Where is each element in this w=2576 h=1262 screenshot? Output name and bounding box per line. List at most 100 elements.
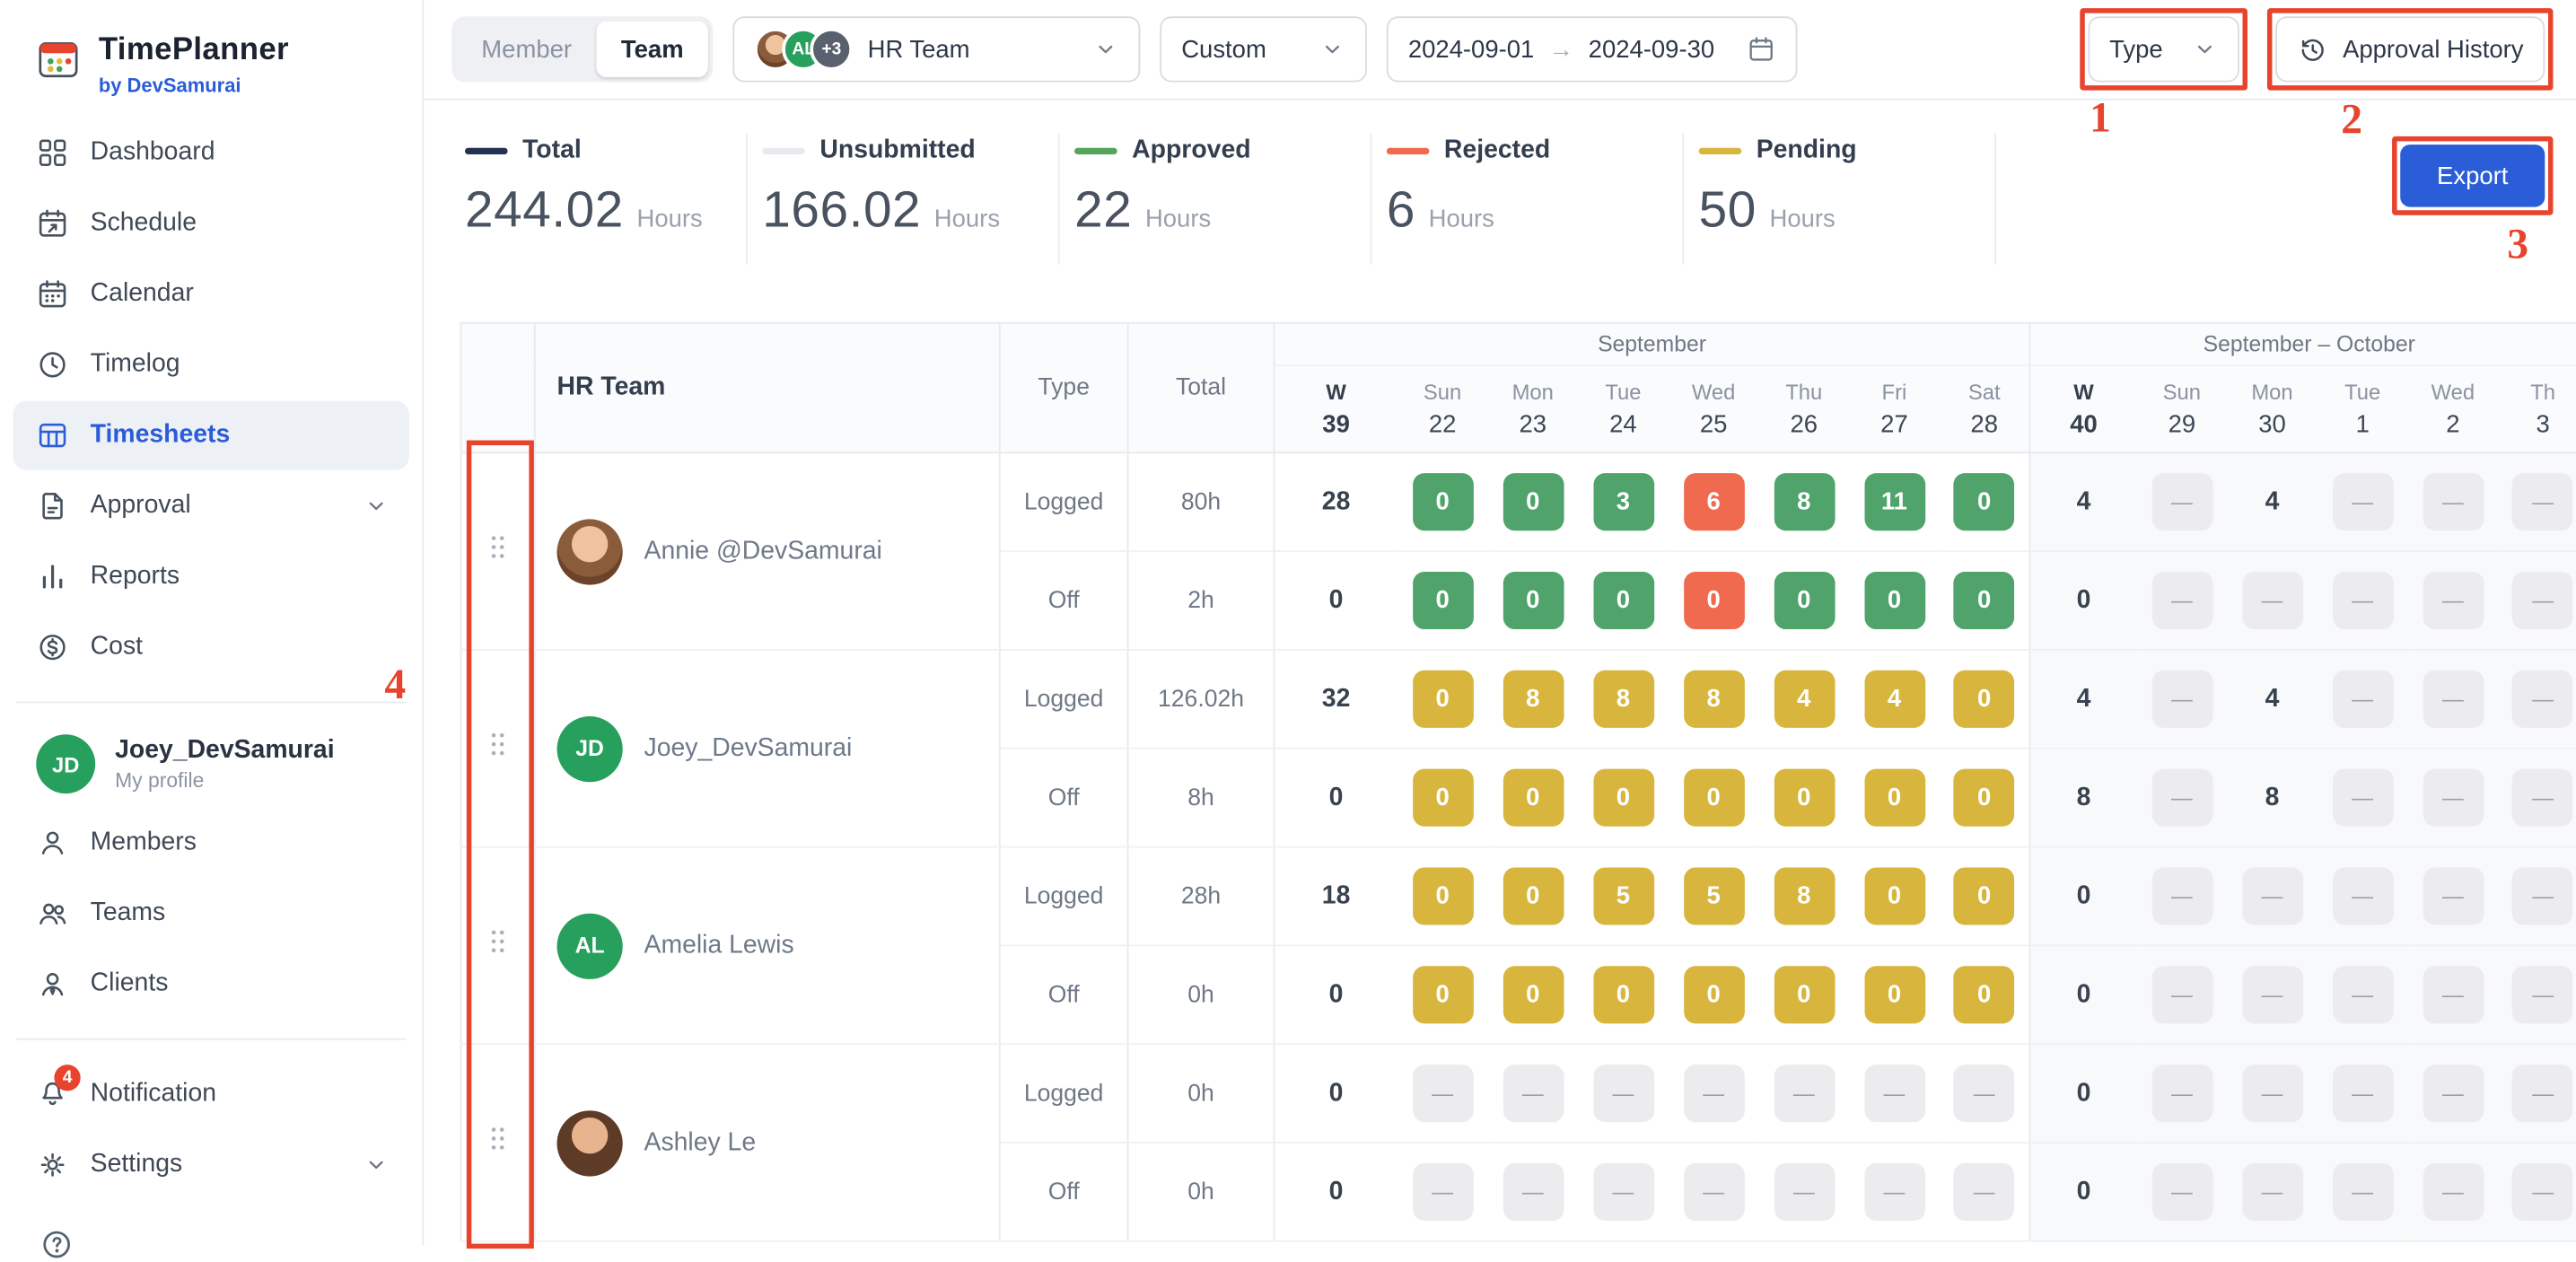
type-filter-dropdown[interactable]: Type (2088, 16, 2239, 82)
help-icon[interactable] (39, 1228, 74, 1262)
stat-label: Approved (1132, 136, 1250, 166)
day-cell: 0 (1940, 749, 2030, 847)
app-title: TimePlanner (99, 33, 289, 69)
entry-type-cell: Logged (1000, 650, 1128, 749)
sidebar-item-timesheets[interactable]: Timesheets (13, 401, 409, 470)
day-cell: — (2227, 1044, 2318, 1143)
day-chip: 11 (1864, 473, 1925, 530)
day-cell: 0 (1487, 847, 1578, 946)
client-icon (36, 968, 69, 1001)
day-chip: — (2423, 867, 2484, 925)
app-subtitle: by DevSamurai (99, 74, 289, 97)
day-chip: — (2242, 1065, 2303, 1122)
sidebar-item-cost[interactable]: Cost (13, 613, 409, 682)
chevron-down-icon (1319, 36, 1345, 62)
day-chip: — (1683, 1163, 1744, 1221)
day-cell: 0 (1758, 749, 1849, 847)
drag-handle-icon[interactable] (481, 724, 514, 764)
drag-handle-icon[interactable] (481, 922, 514, 961)
member-name: Joey_DevSamurai (644, 733, 853, 763)
day-header: Tue24 (1578, 365, 1669, 452)
date-to: 2024-09-30 (1589, 35, 1714, 63)
day-chip: — (1774, 1163, 1835, 1221)
team-select[interactable]: AL +3 HR Team (733, 16, 1141, 82)
day-chip: 0 (1954, 867, 2015, 925)
drag-cell (460, 650, 534, 847)
day-cell: 6 (1669, 452, 1759, 551)
week-group-header: September – October (2030, 323, 2576, 366)
day-cell: — (2408, 847, 2499, 946)
sidebar-nav-people: Members Teams Clients (0, 807, 422, 1021)
day-chip: 0 (1954, 769, 2015, 827)
day-chip: 0 (1412, 473, 1473, 530)
sidebar-item-timelog[interactable]: Timelog (13, 330, 409, 399)
sidebar-item-notification[interactable]: 4Notification (13, 1060, 409, 1129)
day-chip: 0 (1412, 867, 1473, 925)
week-sum-cell: 0 (2030, 551, 2137, 650)
sidebar-item-calendar[interactable]: Calendar (13, 259, 409, 329)
stat-value: 166.02 (762, 180, 921, 240)
sidebar-item-clients[interactable]: Clients (13, 950, 409, 1019)
day-cell: 5 (1669, 847, 1759, 946)
day-chip: 0 (1412, 670, 1473, 728)
member-cell: ALAmelia Lewis (535, 847, 1000, 1045)
sidebar-item-teams[interactable]: Teams (13, 879, 409, 948)
day-chip: 0 (1503, 769, 1564, 827)
sidebar-item-members[interactable]: Members (13, 809, 409, 878)
sidebar-item-label: Clients (91, 969, 390, 999)
day-header: Th3 (2498, 365, 2576, 452)
sidebar-item-label: Members (91, 828, 390, 858)
view-toggle-team[interactable]: Team (596, 22, 708, 77)
day-chip: 4 (1774, 670, 1835, 728)
table-header: HR TeamTypeTotalSeptemberSeptember – Oct… (460, 323, 2576, 453)
date-range-picker[interactable]: 2024-09-01 → 2024-09-30 (1387, 16, 1798, 82)
member-avatar: AL (557, 913, 623, 978)
day-chip: 0 (1503, 867, 1564, 925)
day-chip: 0 (1412, 966, 1473, 1023)
day-cell: — (2318, 847, 2408, 946)
sidebar-item-schedule[interactable]: Schedule (13, 188, 409, 258)
sidebar-item-dashboard[interactable]: Dashboard (13, 118, 409, 188)
day-header: Tue1 (2318, 365, 2408, 452)
sidebar-item-reports[interactable]: Reports (13, 542, 409, 611)
day-cell: — (1849, 1143, 1940, 1241)
view-toggle-member[interactable]: Member (457, 22, 597, 77)
drag-cell (460, 452, 534, 650)
range-preset-label: Custom (1181, 35, 1266, 63)
drag-handle-icon[interactable] (481, 1119, 514, 1159)
sidebar-item-settings[interactable]: Settings (13, 1130, 409, 1199)
sidebar-item-label: Teams (91, 898, 390, 928)
type-filter-label: Type (2109, 35, 2163, 63)
profile-text: Joey_DevSamurai My profile (115, 736, 334, 792)
day-cell: 0 (1940, 945, 2030, 1044)
range-preset-select[interactable]: Custom (1160, 16, 1367, 82)
day-cell: — (2498, 749, 2576, 847)
day-cell: — (1487, 1143, 1578, 1241)
day-cell: — (2318, 452, 2408, 551)
day-cell: 0 (1398, 551, 1488, 650)
app-logo-text: TimePlanner by DevSamurai (99, 33, 289, 97)
day-cell: — (2318, 1044, 2408, 1143)
day-chip: — (2423, 966, 2484, 1023)
day-cell: — (1669, 1143, 1759, 1241)
day-cell: 0 (1398, 945, 1488, 1044)
day-cell: 0 (1487, 551, 1578, 650)
member-avatar (557, 518, 623, 583)
drag-handle-icon[interactable] (481, 528, 514, 567)
export-button[interactable]: Export (2400, 145, 2545, 207)
stat-unit: Hours (1770, 206, 1836, 233)
day-cell: 0 (1669, 945, 1759, 1044)
view-toggle: Member Team (451, 16, 713, 82)
day-cell: — (1398, 1143, 1488, 1241)
day-chip: — (2332, 473, 2393, 530)
day-chip: 0 (1774, 966, 1835, 1023)
stat-color-dash (465, 147, 508, 154)
day-chip: 0 (1683, 572, 1744, 629)
profile-avatar: JD (36, 734, 95, 793)
approval-history-button[interactable]: Approval History (2275, 16, 2545, 82)
sidebar-item-approval[interactable]: Approval (13, 471, 409, 540)
profile-item[interactable]: JD Joey_DevSamurai My profile (13, 722, 409, 807)
total-column-header: Total (1128, 323, 1275, 453)
entry-total-cell: 0h (1128, 945, 1275, 1044)
day-cell: 0 (1398, 650, 1488, 749)
